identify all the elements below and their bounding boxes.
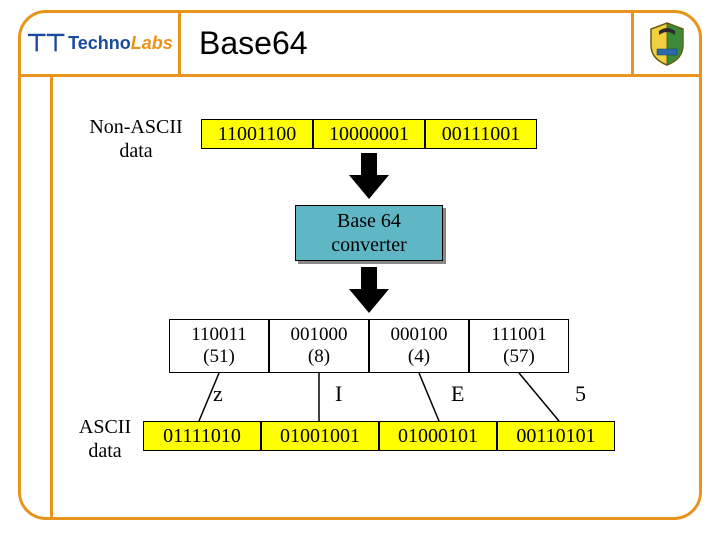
sixbit-box: 000100 (4)	[369, 319, 469, 373]
output-byte: 01000101	[379, 421, 497, 451]
input-label: Non-ASCII data	[81, 115, 191, 163]
sixbit-box: 110011 (51)	[169, 319, 269, 373]
converter-box: Base 64 converter	[295, 205, 443, 261]
char-label: z	[213, 381, 223, 407]
slide-title: Base64	[181, 25, 631, 62]
side-margin	[21, 77, 53, 517]
sixbit-box: 111001 (57)	[469, 319, 569, 373]
sixbit-box: 001000 (8)	[269, 319, 369, 373]
arrow-down-icon	[349, 289, 389, 313]
brand-text-prefix: Techno	[68, 33, 131, 53]
brand-text-suffix: Labs	[131, 33, 173, 53]
diagram-area: Non-ASCII data 11001100 10000001 0011100…	[53, 77, 699, 517]
char-label: I	[335, 381, 342, 407]
arrow-down-icon	[361, 153, 377, 177]
content-area: Non-ASCII data 11001100 10000001 0011100…	[21, 77, 699, 517]
output-byte: 01111010	[143, 421, 261, 451]
arrow-down-icon	[361, 267, 377, 291]
input-byte: 00111001	[425, 119, 537, 149]
output-byte: 00110101	[497, 421, 615, 451]
slide-frame: ⊤⊤ TechnoLabs Base64 Non-ASCII data 1100…	[18, 10, 702, 520]
crest-icon	[631, 13, 699, 74]
char-label: 5	[575, 381, 586, 407]
char-label: E	[451, 381, 464, 407]
arrow-down-icon	[349, 175, 389, 199]
brand-logo: ⊤⊤ TechnoLabs	[21, 13, 181, 74]
output-label: ASCII data	[65, 415, 145, 463]
header-bar: ⊤⊤ TechnoLabs Base64	[21, 13, 699, 77]
logo-mark-icon: ⊤⊤	[26, 29, 64, 58]
input-byte: 10000001	[313, 119, 425, 149]
output-byte: 01001001	[261, 421, 379, 451]
input-byte: 11001100	[201, 119, 313, 149]
